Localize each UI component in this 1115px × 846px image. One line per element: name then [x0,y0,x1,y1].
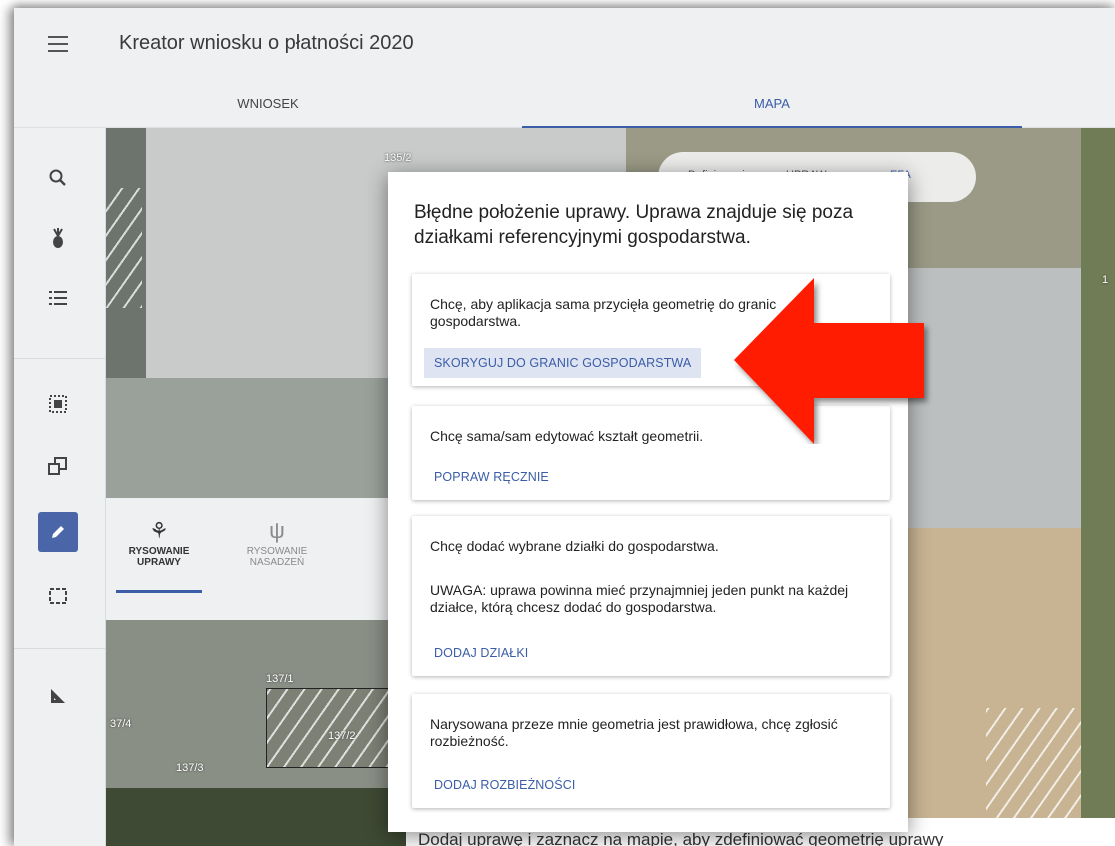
map-field-hatched [106,188,142,308]
parcel-label: 137/1 [266,673,294,685]
parcel-label: 137/2 [328,730,356,742]
copy-shape-icon[interactable] [38,446,78,486]
measure-angle-icon[interactable] [38,676,78,716]
map-field-hatched [266,688,406,768]
dialog-title: Błędne położenie uprawy. Uprawa znajduje… [414,202,854,248]
active-tab-indicator [116,590,202,593]
pencil-icon[interactable] [38,512,78,552]
bottom-hint-text: Dodaj uprawę i zaznacz na mapie, aby zde… [418,830,944,846]
search-icon[interactable] [38,158,78,198]
option-card-add-parcels: Chcę dodać wybrane działki do gospodarst… [412,516,890,676]
menu-icon[interactable] [48,36,68,52]
add-discrepancy-button[interactable]: DODAJ ROZBIEŻNOŚCI [424,770,585,800]
tab-mapa[interactable]: MAPA [522,80,1022,128]
option-card-discrepancy: Narysowana przeze mnie geometria jest pr… [412,694,890,808]
dashed-rect-icon[interactable] [38,576,78,616]
error-dialog: Błędne położenie uprawy. Uprawa znajduje… [388,172,908,832]
drawing-panel: ⚘ RYSOWANIE UPRAWY ψ RYSOWANIE NASADZEŃ [106,498,406,620]
sidebar-divider [14,648,106,649]
draw-planting-label-2: NASADZEŃ [249,557,305,568]
map-field [106,788,406,846]
sapling-icon: ψ [269,518,285,543]
option-text: Chcę dodać wybrane działki do gospodarst… [430,538,719,554]
crop-plant-icon: ⚘ [149,518,169,543]
page-title: Kreator wniosku o płatności 2020 [119,32,414,54]
list-icon[interactable] [38,278,78,318]
select-area-icon[interactable] [38,384,78,424]
add-parcels-button[interactable]: DODAJ DZIAŁKI [424,638,538,668]
tool-sidebar [14,128,106,846]
sidebar-divider [14,358,106,359]
option-warning: UWAGA: uprawa powinna mieć przynajmniej … [430,582,849,615]
draw-crop-label-1: RYSOWANIE [128,546,190,557]
plant-icon[interactable] [38,218,78,258]
tab-wniosek[interactable]: WNIOSEK [14,80,522,128]
red-arrow-annotation [734,278,924,444]
tab-bar: WNIOSEK MAPA [14,80,1115,128]
draw-planting-button[interactable]: ψ RYSOWANIE NASADZEŃ [232,518,322,568]
parcel-label: 135/2 [384,152,412,164]
edit-manually-button[interactable]: POPRAW RĘCZNIE [424,462,559,492]
crop-to-farm-button[interactable]: SKORYGUJ DO GRANIC GOSPODARSTWA [424,348,702,378]
top-bar: Kreator wniosku o płatności 2020 [14,8,1115,80]
parcel-label: 1 [1102,274,1109,286]
draw-crop-label-2: UPRAWY [137,557,181,568]
app-window: Kreator wniosku o płatności 2020 WNIOSEK… [14,8,1115,846]
parcel-label: 137/3 [176,762,204,774]
option-text: Narysowana przeze mnie geometria jest pr… [430,716,838,749]
map-field [1081,128,1115,846]
draw-crop-button[interactable]: ⚘ RYSOWANIE UPRAWY [114,518,204,568]
draw-planting-label-1: RYSOWANIE [246,546,308,557]
parcel-label: 37/4 [110,718,132,730]
